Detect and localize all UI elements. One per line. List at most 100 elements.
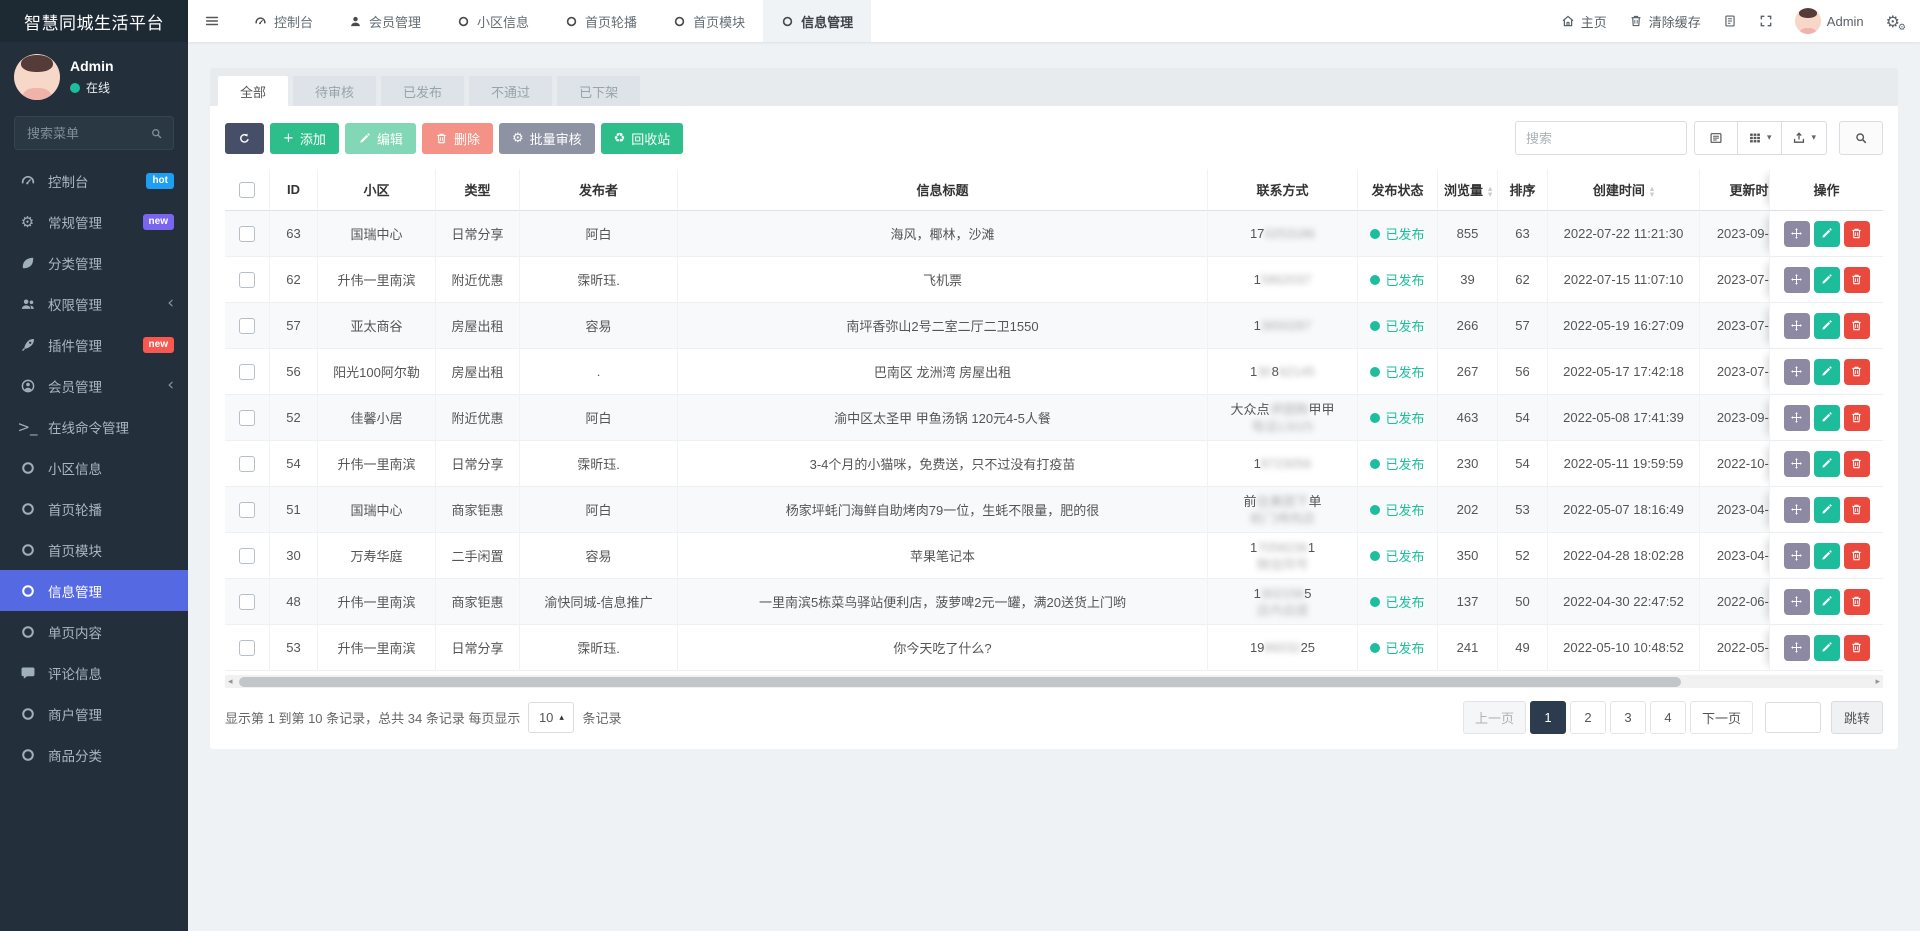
search-submit-button[interactable] xyxy=(1839,121,1883,155)
edit-button[interactable] xyxy=(1814,543,1840,569)
delete-button[interactable] xyxy=(1844,589,1870,615)
row-checkbox[interactable] xyxy=(239,502,255,518)
edit-button[interactable] xyxy=(1814,359,1840,385)
profile-menu[interactable]: Admin xyxy=(1795,8,1864,34)
sidebar-item-module[interactable]: 首页模块 xyxy=(0,529,188,570)
scroll-right-arrow[interactable]: ▸ xyxy=(1875,675,1880,688)
next-page-button[interactable]: 下一页 xyxy=(1690,701,1753,734)
user-avatar[interactable] xyxy=(14,54,60,100)
home-link[interactable]: 主页 xyxy=(1561,12,1607,31)
row-checkbox[interactable] xyxy=(239,318,255,334)
nav-tab-banner[interactable]: 首页轮播 xyxy=(547,0,655,42)
edit-button[interactable] xyxy=(1814,405,1840,431)
sidebar-item-general[interactable]: ⚙常规管理new xyxy=(0,201,188,242)
move-button[interactable] xyxy=(1784,451,1810,477)
filter-tab-offline[interactable]: 已下架 xyxy=(557,76,640,106)
jump-button[interactable]: 跳转 xyxy=(1831,701,1883,734)
edit-button[interactable] xyxy=(1814,635,1840,661)
sidebar-item-community[interactable]: 小区信息 xyxy=(0,447,188,488)
settings-icon[interactable]: ⚙ xyxy=(1886,12,1900,31)
nav-tab-module[interactable]: 首页模块 xyxy=(655,0,763,42)
row-checkbox[interactable] xyxy=(239,548,255,564)
col-header-id[interactable]: ID xyxy=(269,169,317,211)
sidebar-item-console[interactable]: 控制台hot xyxy=(0,160,188,201)
language-button[interactable] xyxy=(1723,14,1737,28)
nav-tab-community[interactable]: 小区信息 xyxy=(439,0,547,42)
move-button[interactable] xyxy=(1784,543,1810,569)
nav-tab-console[interactable]: 控制台 xyxy=(236,0,331,42)
delete-button[interactable] xyxy=(1844,313,1870,339)
col-header-title[interactable]: 信息标题 xyxy=(677,169,1207,211)
row-checkbox[interactable] xyxy=(239,410,255,426)
add-button[interactable]: +添加 xyxy=(270,123,339,154)
edit-button[interactable] xyxy=(1814,497,1840,523)
delete-button[interactable] xyxy=(1844,267,1870,293)
delete-button[interactable] xyxy=(1844,359,1870,385)
filter-tab-pending[interactable]: 待审核 xyxy=(293,76,376,106)
page-button-3[interactable]: 3 xyxy=(1610,701,1646,734)
col-header-publisher[interactable]: 发布者 xyxy=(519,169,677,211)
move-button[interactable] xyxy=(1784,267,1810,293)
col-header-sort[interactable]: 排序 xyxy=(1497,169,1547,211)
sidebar-item-info[interactable]: 信息管理 xyxy=(0,570,188,611)
columns-button[interactable]: ▾ xyxy=(1738,121,1783,155)
filter-tab-rejected[interactable]: 不通过 xyxy=(469,76,552,106)
edit-button[interactable] xyxy=(1814,589,1840,615)
delete-button[interactable] xyxy=(1844,221,1870,247)
sidebar-item-page[interactable]: 单页内容 xyxy=(0,611,188,652)
sidebar-item-command[interactable]: >_在线命令管理 xyxy=(0,406,188,447)
move-button[interactable] xyxy=(1784,589,1810,615)
select-all-checkbox[interactable] xyxy=(239,182,255,198)
prev-page-button[interactable]: 上一页 xyxy=(1463,701,1526,734)
sidebar-item-member[interactable]: 会员管理‹ xyxy=(0,365,188,406)
table-search-input[interactable] xyxy=(1515,121,1687,155)
move-button[interactable] xyxy=(1784,313,1810,339)
page-button-1[interactable]: 1 xyxy=(1530,701,1566,734)
sidebar-item-comment[interactable]: 评论信息 xyxy=(0,652,188,693)
sort-icon[interactable]: ▴▾ xyxy=(1488,186,1492,197)
row-checkbox[interactable] xyxy=(239,226,255,242)
sidebar-item-goods[interactable]: 商品分类 xyxy=(0,734,188,775)
sort-icon[interactable]: ▴▾ xyxy=(1650,186,1654,197)
row-checkbox[interactable] xyxy=(239,594,255,610)
sidebar-item-category[interactable]: 分类管理 xyxy=(0,242,188,283)
filter-tab-all[interactable]: 全部 xyxy=(218,76,288,106)
edit-button[interactable] xyxy=(1814,267,1840,293)
move-button[interactable] xyxy=(1784,221,1810,247)
export-button[interactable]: ▾ xyxy=(1782,121,1827,155)
clear-cache-link[interactable]: 清除缓存 xyxy=(1629,12,1701,31)
nav-tab-member[interactable]: 会员管理 xyxy=(331,0,439,42)
col-header-status[interactable]: 发布状态 xyxy=(1357,169,1437,211)
page-button-2[interactable]: 2 xyxy=(1570,701,1606,734)
edit-button[interactable] xyxy=(1814,313,1840,339)
delete-button[interactable] xyxy=(1844,635,1870,661)
recycle-bin-button[interactable]: ♻回收站 xyxy=(601,123,684,154)
batch-audit-button[interactable]: ⚙批量审核 xyxy=(499,123,595,154)
detail-view-button[interactable] xyxy=(1694,121,1738,155)
col-header-contact[interactable]: 联系方式 xyxy=(1207,169,1357,211)
col-header-views[interactable]: 浏览量▴▾ xyxy=(1437,169,1497,211)
fullscreen-button[interactable] xyxy=(1759,14,1773,28)
sidebar-item-auth[interactable]: 权限管理‹ xyxy=(0,283,188,324)
col-header-community[interactable]: 小区 xyxy=(317,169,435,211)
refresh-button[interactable] xyxy=(225,123,264,154)
nav-tab-info[interactable]: 信息管理 xyxy=(763,0,871,42)
scroll-left-arrow[interactable]: ◂ xyxy=(228,675,233,688)
row-checkbox[interactable] xyxy=(239,364,255,380)
col-header-actions[interactable]: 操作 xyxy=(1769,169,1883,211)
sidebar-toggle-button[interactable] xyxy=(188,0,236,42)
col-header-type[interactable]: 类型 xyxy=(435,169,519,211)
move-button[interactable] xyxy=(1784,497,1810,523)
delete-button[interactable] xyxy=(1844,405,1870,431)
move-button[interactable] xyxy=(1784,635,1810,661)
sidebar-item-addon[interactable]: 插件管理new xyxy=(0,324,188,365)
row-checkbox[interactable] xyxy=(239,272,255,288)
delete-button[interactable]: 删除 xyxy=(422,123,493,154)
move-button[interactable] xyxy=(1784,405,1810,431)
horizontal-scrollbar[interactable]: ◂ ▸ xyxy=(225,675,1883,688)
scrollbar-thumb[interactable] xyxy=(239,677,1681,687)
col-header-created[interactable]: 创建时间▴▾ xyxy=(1547,169,1699,211)
row-checkbox[interactable] xyxy=(239,456,255,472)
delete-button[interactable] xyxy=(1844,451,1870,477)
move-button[interactable] xyxy=(1784,359,1810,385)
